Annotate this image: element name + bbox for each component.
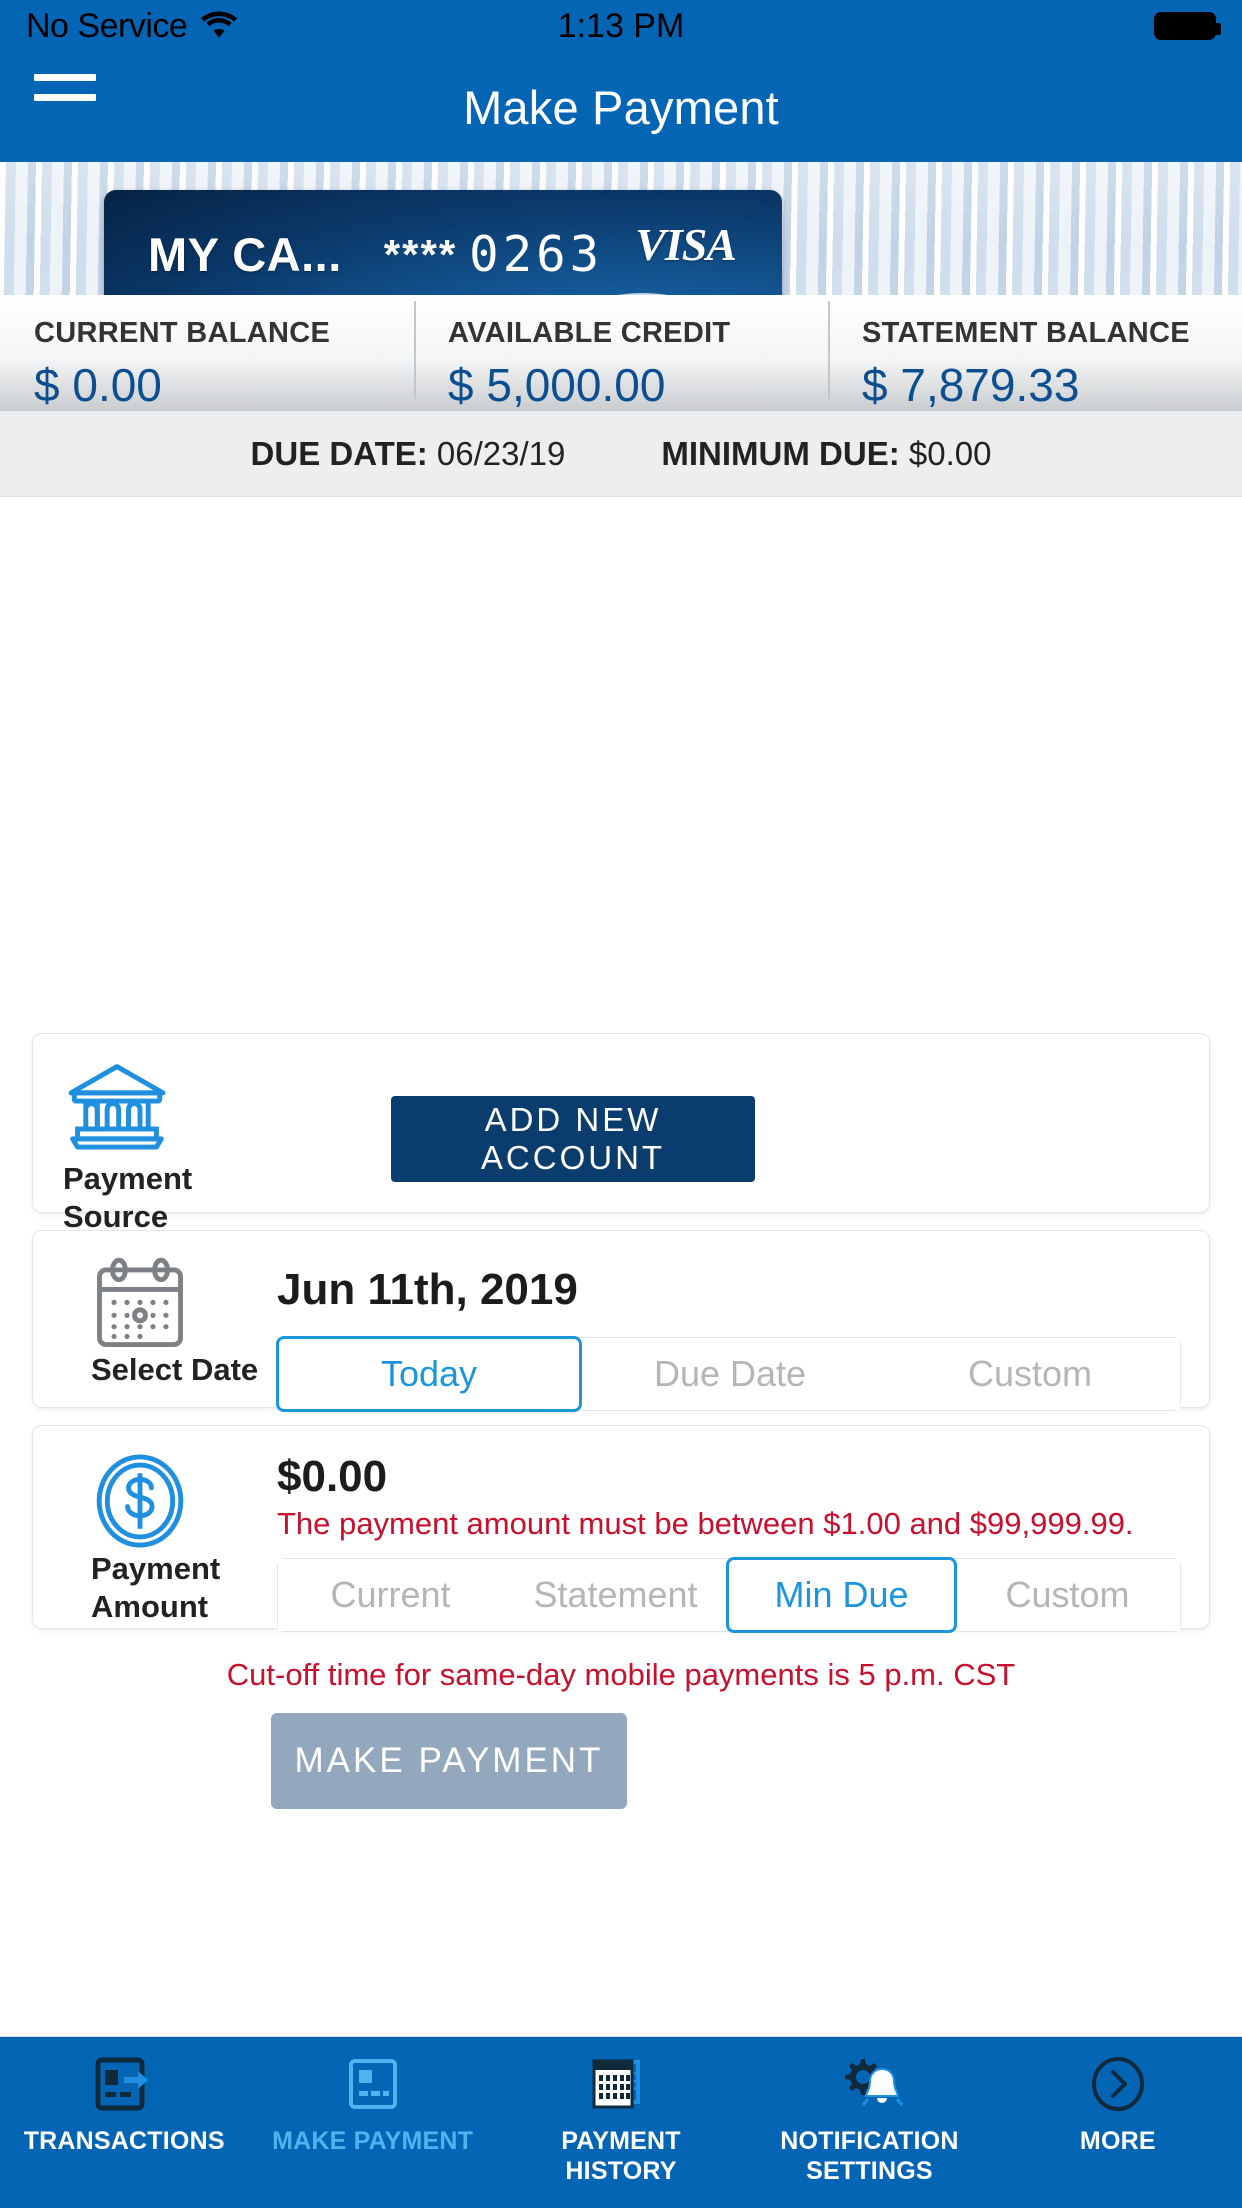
payment-source-left: Payment Source — [33, 1034, 293, 1236]
balance-available-credit: AVAILABLE CREDIT $ 5,000.00 — [414, 295, 828, 411]
nav-bar: Make Payment — [0, 52, 1242, 162]
tab-label: MAKE PAYMENT — [272, 2127, 473, 2157]
payment-amount-value[interactable]: $0.00 — [277, 1452, 1181, 1502]
tab-label: PAYMENT HISTORY — [561, 2127, 680, 2186]
minimum-due-label: MINIMUM DUE: — [661, 434, 900, 472]
selected-date-value: Jun 11th, 2019 — [277, 1265, 578, 1314]
select-date-left: Select Date — [91, 1257, 291, 1389]
payment-amount-main: $0.00 The payment amount must be between… — [277, 1452, 1181, 1633]
app-screen: No Service 1:13 PM Make Payment MY CA...… — [0, 0, 1242, 2208]
notification-settings-gear-bell-icon — [834, 2053, 904, 2115]
balance-statement: STATEMENT BALANCE $ 7,879.33 — [828, 295, 1242, 411]
tab-payment-history[interactable]: $ PAYMENT HISTORY — [497, 2037, 745, 2186]
card-last4: 0263 — [469, 226, 604, 283]
tab-label-line1: PAYMENT — [561, 2127, 681, 2155]
tab-label-line1: TRANSACTIONS — [23, 2127, 225, 2155]
more-chevron-circle-icon — [1088, 2053, 1148, 2115]
payment-amount-label-line1: Payment — [91, 1551, 221, 1586]
content-scroll-area: Payment Source ADD NEW ACCOUNT Select Da… — [0, 497, 1242, 2036]
minimum-due-value: $0.00 — [908, 434, 992, 472]
select-date-card: Select Date Jun 11th, 2019 Today Due Dat… — [32, 1230, 1210, 1412]
card-nickname: MY CA... — [148, 228, 342, 281]
due-info-row: DUE DATE: 06/23/19 MINIMUM DUE: $0.00 — [0, 411, 1242, 497]
tab-label: NOTIFICATION SETTINGS — [780, 2127, 958, 2186]
date-option-custom[interactable]: Custom — [880, 1338, 1180, 1410]
tab-make-payment[interactable]: MAKE PAYMENT — [248, 2037, 496, 2157]
payment-amount-card: Payment Amount $0.00 The payment amount … — [32, 1425, 1210, 1633]
tab-label-line1: MAKE PAYMENT — [272, 2127, 474, 2155]
tab-more[interactable]: MORE — [994, 2037, 1242, 2157]
balance-value: $ 0.00 — [34, 359, 162, 411]
tab-label-line1: NOTIFICATION — [780, 2127, 959, 2155]
balance-label: AVAILABLE CREDIT — [448, 317, 731, 349]
balance-value: $ 5,000.00 — [448, 359, 666, 411]
due-date-item: DUE DATE: 06/23/19 — [251, 435, 566, 473]
payment-source-card: Payment Source ADD NEW ACCOUNT — [32, 1033, 1210, 1234]
payment-source-label: Payment Source — [63, 1160, 293, 1236]
bank-icon — [63, 1060, 293, 1152]
balance-current: CURRENT BALANCE $ 0.00 — [0, 295, 414, 411]
calendar-icon — [91, 1257, 291, 1351]
minimum-due-item: MINIMUM DUE: $0.00 — [661, 435, 991, 473]
payment-amount-error-message: The payment amount must be between $1.00… — [277, 1506, 1134, 1541]
payment-amount-label-line2: Amount — [91, 1588, 209, 1624]
battery-full-icon — [1154, 12, 1221, 40]
add-new-account-button[interactable]: ADD NEW ACCOUNT — [391, 1096, 755, 1182]
due-date-label: DUE DATE: — [250, 434, 428, 472]
cutoff-notice: Cut-off time for same-day mobile payment… — [226, 1657, 1016, 1692]
make-payment-button[interactable]: MAKE PAYMENT — [271, 1713, 627, 1809]
amount-option-current[interactable]: Current — [278, 1559, 503, 1631]
amount-option-custom[interactable]: Custom — [955, 1559, 1180, 1631]
balance-value: $ 7,879.33 — [862, 359, 1080, 411]
payment-amount-label: Payment Amount — [91, 1550, 291, 1626]
amount-option-min-due[interactable]: Min Due — [726, 1557, 957, 1633]
tab-label-line2: HISTORY — [565, 2156, 677, 2185]
make-payment-card-icon — [342, 2053, 404, 2115]
bottom-tab-bar: TRANSACTIONS MAKE PAYMENT PAYMENT HISTOR… — [0, 2036, 1242, 2208]
date-option-due-date[interactable]: Due Date — [580, 1338, 880, 1410]
tab-label: TRANSACTIONS — [24, 2127, 225, 2157]
amount-option-statement[interactable]: Statement — [503, 1559, 728, 1631]
dollar-coin-icon — [91, 1452, 291, 1550]
tab-label-line2: SETTINGS — [806, 2156, 933, 2185]
tab-notification-settings[interactable]: NOTIFICATION SETTINGS — [745, 2037, 993, 2186]
balance-label: STATEMENT BALANCE — [862, 317, 1190, 349]
hamburger-menu-icon[interactable] — [34, 74, 96, 101]
tab-label-line1: MORE — [1079, 2127, 1156, 2155]
visa-logo-icon: VISA — [635, 219, 737, 270]
select-date-label: Select Date — [91, 1352, 259, 1387]
tab-transactions[interactable]: TRANSACTIONS — [0, 2037, 248, 2157]
due-date-value: 06/23/19 — [436, 434, 566, 472]
amount-option-segmented-control: Current Statement Min Due Custom — [277, 1557, 1181, 1633]
status-time: 1:13 PM — [557, 6, 685, 45]
page-title: Make Payment — [463, 80, 779, 134]
status-bar: No Service 1:13 PM — [0, 0, 1242, 52]
status-bar-right — [1154, 12, 1221, 40]
payment-history-calendar-dollar-icon: $ — [588, 2053, 654, 2115]
payment-amount-left: Payment Amount — [91, 1452, 291, 1626]
balance-label: CURRENT BALANCE — [34, 317, 331, 349]
tab-label: MORE — [1080, 2127, 1156, 2157]
balances-row: CURRENT BALANCE $ 0.00 AVAILABLE CREDIT … — [0, 295, 1242, 411]
select-date-main: Jun 11th, 2019 Today Due Date Custom — [276, 1265, 1181, 1412]
payment-source-label-line1: Payment — [63, 1161, 193, 1196]
transactions-card-arrow-icon — [93, 2053, 155, 2115]
date-option-today[interactable]: Today — [276, 1336, 582, 1412]
date-option-segmented-control: Today Due Date Custom — [276, 1336, 1181, 1412]
card-mask: **** — [383, 230, 458, 278]
